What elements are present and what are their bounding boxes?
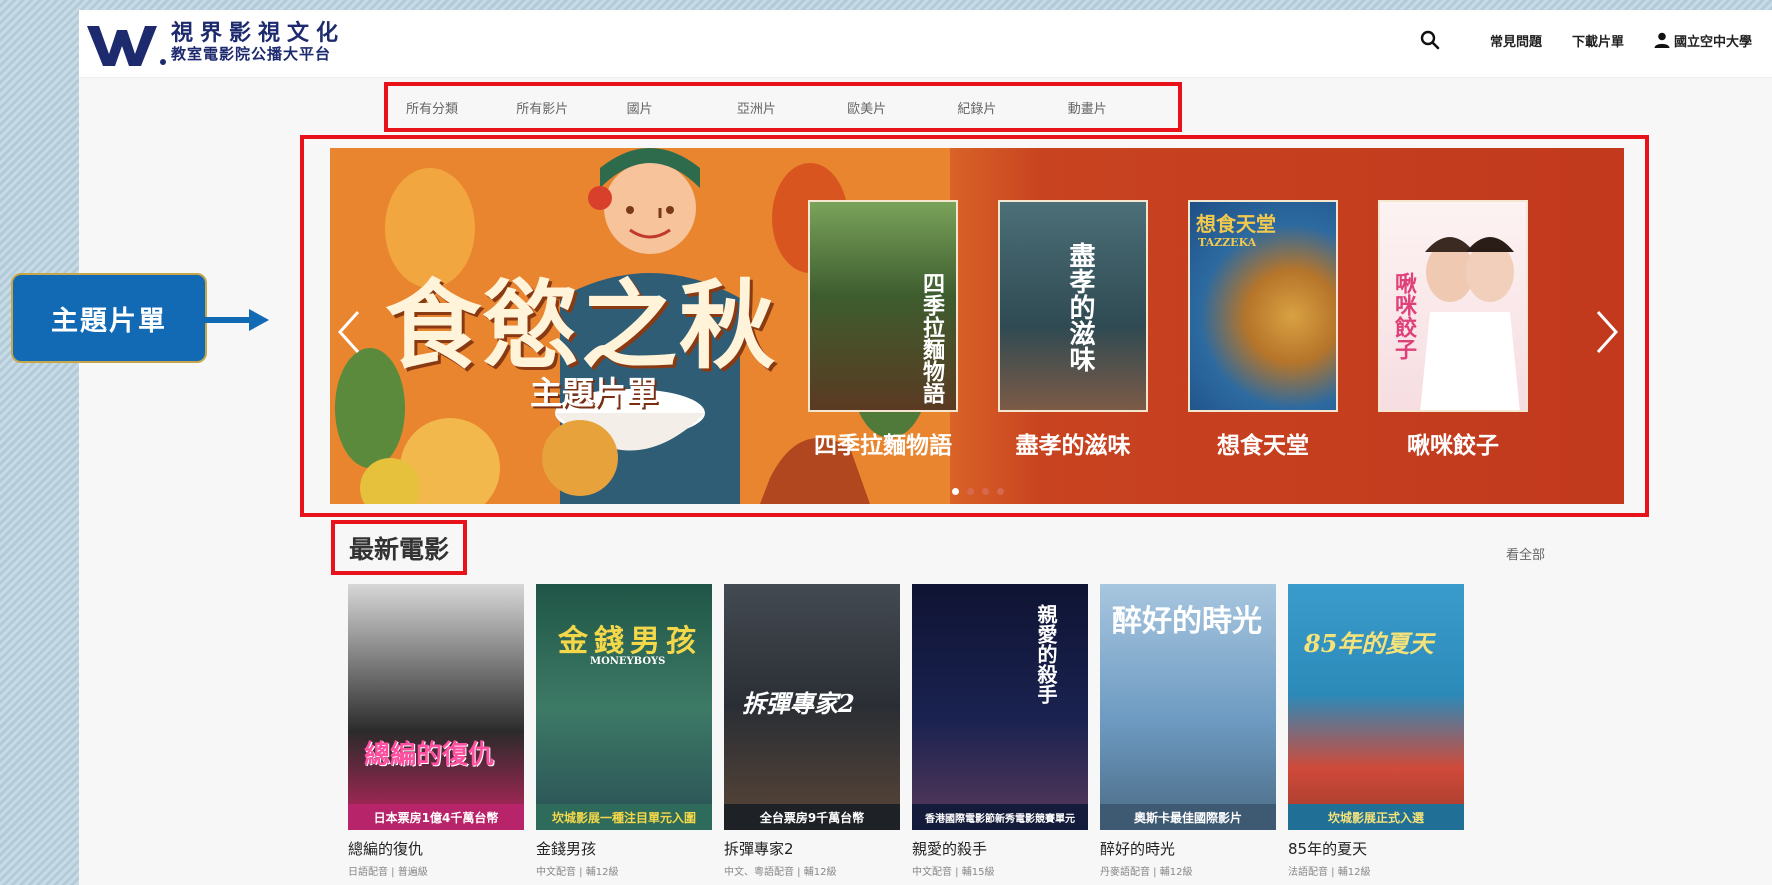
category-western[interactable]: 歐美片 [847,98,957,117]
poster-band: 坎城影展正式入選 [1288,804,1464,830]
category-domestic[interactable]: 國片 [627,98,737,117]
movie-info: 中文配音 | 輔12級 [536,867,619,878]
carousel-dot[interactable] [997,488,1004,495]
poster-subtitle: TAZZEKA [1198,236,1257,249]
poster-title: 85年的夏天 [1304,629,1434,658]
theme-banner[interactable]: 食慾之秋 主題片單 四季拉麵物語 四季拉麵物語 盡孝的滋味 盡孝的滋味 想食天堂… [330,148,1624,504]
movie-poster: 親愛的殺手 香港國際電影節新秀電影競賽單元 [912,584,1088,830]
movie-title: 金錢男孩 [536,840,597,858]
banner-film-card[interactable]: 四季拉麵物語 四季拉麵物語 [808,200,958,460]
category-nav: 所有分類 所有影片 國片 亞洲片 歐美片 紀錄片 動畫片 [384,82,1182,132]
header-nav: 常見問題 下載片單 國立空中大學 [1420,30,1752,50]
banner-film-title: 盡孝的滋味 [1015,433,1131,459]
banner-film-poster: 盡孝的滋味 [998,200,1148,412]
banner-film-card[interactable]: 想食天堂 TAZZEKA 想食天堂 [1188,200,1338,460]
movie-poster: 拆彈專家2 全台票房9千萬台幣 [724,584,900,830]
movie-title: 總編的復仇 [348,840,424,858]
chevron-right-icon[interactable] [1592,308,1622,356]
logo-mark[interactable] [85,20,167,70]
category-all-films[interactable]: 所有影片 [516,98,626,117]
movie-title: 醉好的時光 [1100,840,1176,858]
poster-title: 四季拉麵物語 [919,272,945,404]
banner-film-poster: 想食天堂 TAZZEKA [1188,200,1338,412]
brand-tagline: 教室電影院公播大平台 [171,45,332,63]
banner-film-title: 啾咪餃子 [1407,433,1499,459]
carousel-dot[interactable] [967,488,974,495]
poster-band: 日本票房1億4千萬台幣 [348,804,524,830]
banner-highlight-frame: 食慾之秋 主題片單 四季拉麵物語 四季拉麵物語 盡孝的滋味 盡孝的滋味 想食天堂… [300,135,1649,517]
movie-info: 法語配音 | 輔12級 [1288,867,1371,878]
carousel-dot[interactable] [982,488,989,495]
user-name: 國立空中大學 [1673,34,1752,50]
category-documentary[interactable]: 紀錄片 [957,98,1067,117]
poster-subtitle: MONEYBOYS [590,656,666,667]
poster-title: 想食天堂 [1196,212,1276,236]
category-asian[interactable]: 亞洲片 [737,98,847,117]
movie-title: 親愛的殺手 [912,840,988,858]
category-all[interactable]: 所有分類 [406,98,516,117]
banner-film-title: 四季拉麵物語 [814,433,952,459]
movie-poster: 金錢男孩 MONEYBOYS 坎城影展一種注目單元入圍 [536,584,712,830]
poster-title: 親愛的殺手 [1034,604,1058,704]
section-title: 最新電影 [348,534,449,564]
movie-card[interactable]: 醉好的時光 奧斯卡最佳國際影片 醉好的時光 丹麥語配音 | 輔12級 [1100,584,1276,878]
banner-film-title: 想食天堂 [1217,433,1309,459]
carousel-dots [952,488,1004,495]
poster-band: 奧斯卡最佳國際影片 [1100,804,1276,830]
poster-title: 拆彈專家2 [742,689,855,718]
search-icon[interactable] [1420,30,1440,50]
movie-card[interactable]: 親愛的殺手 香港國際電影節新秀電影競賽單元 親愛的殺手 中文配音 | 輔15級 [912,584,1088,878]
movie-card[interactable]: 拆彈專家2 全台票房9千萬台幣 拆彈專家2 中文、粵語配音 | 輔12級 [724,584,900,878]
carousel-dot[interactable] [952,488,959,495]
theme-list-callout: 主題片單 [11,273,207,363]
poster-title: 總編的復仇 [364,740,495,770]
banner-film-poster: 四季拉麵物語 [808,200,958,412]
site-header: 視界影視文化 教室電影院公播大平台 常見問題 下載片單 國立空中大學 [79,10,1772,78]
movie-info: 中文配音 | 輔15級 [912,867,995,878]
banner-film-card[interactable]: 啾咪餃子 啾咪餃子 [1378,200,1528,460]
faq-link[interactable]: 常見問題 [1490,31,1542,50]
see-all-link[interactable]: 看全部 [1506,544,1545,563]
movie-poster: 85年的夏天 坎城影展正式入選 [1288,584,1464,830]
movie-info: 丹麥語配音 | 輔12級 [1100,867,1193,878]
movie-info: 日語配音 | 普遍級 [348,867,428,878]
movie-title: 拆彈專家2 [724,840,794,858]
page: 視界影視文化 教室電影院公播大平台 常見問題 下載片單 國立空中大學 所有分類 … [79,10,1772,885]
banner-film-poster: 啾咪餃子 [1378,200,1528,412]
movie-title: 85年的夏天 [1288,840,1368,858]
poster-title: 盡孝的滋味 [1065,242,1095,372]
poster-title: 金錢男孩 [558,624,702,659]
user-menu[interactable]: 國立空中大學 [1654,31,1752,50]
poster-band: 香港國際電影節新秀電影競賽單元 [912,804,1088,830]
poster-title: 醉好的時光 [1112,604,1262,639]
poster-band: 全台票房9千萬台幣 [724,804,900,830]
movie-card[interactable]: 金錢男孩 MONEYBOYS 坎城影展一種注目單元入圍 金錢男孩 中文配音 | … [536,584,712,878]
section-title-highlight: 最新電影 [331,520,467,575]
poster-band: 坎城影展一種注目單元入圍 [536,804,712,830]
poster-photo [1420,237,1520,410]
movie-card[interactable]: 85年的夏天 坎城影展正式入選 85年的夏天 法語配音 | 輔12級 [1288,584,1464,878]
movie-poster: 總編的復仇 日本票房1億4千萬台幣 [348,584,524,830]
movie-poster: 醉好的時光 奧斯卡最佳國際影片 [1100,584,1276,830]
banner-subtitle: 主題片單 [530,374,659,412]
download-list-link[interactable]: 下載片單 [1572,31,1624,50]
banner-title: 食慾之秋 [385,269,777,382]
banner-film-card[interactable]: 盡孝的滋味 盡孝的滋味 [998,200,1148,460]
movie-info: 中文、粵語配音 | 輔12級 [724,867,837,878]
chevron-left-icon[interactable] [334,308,364,356]
category-animation[interactable]: 動畫片 [1068,98,1178,117]
movie-card[interactable]: 總編的復仇 日本票房1億4千萬台幣 總編的復仇 日語配音 | 普遍級 [348,584,524,878]
user-icon [1654,32,1670,48]
arrow-right-icon [205,309,269,331]
